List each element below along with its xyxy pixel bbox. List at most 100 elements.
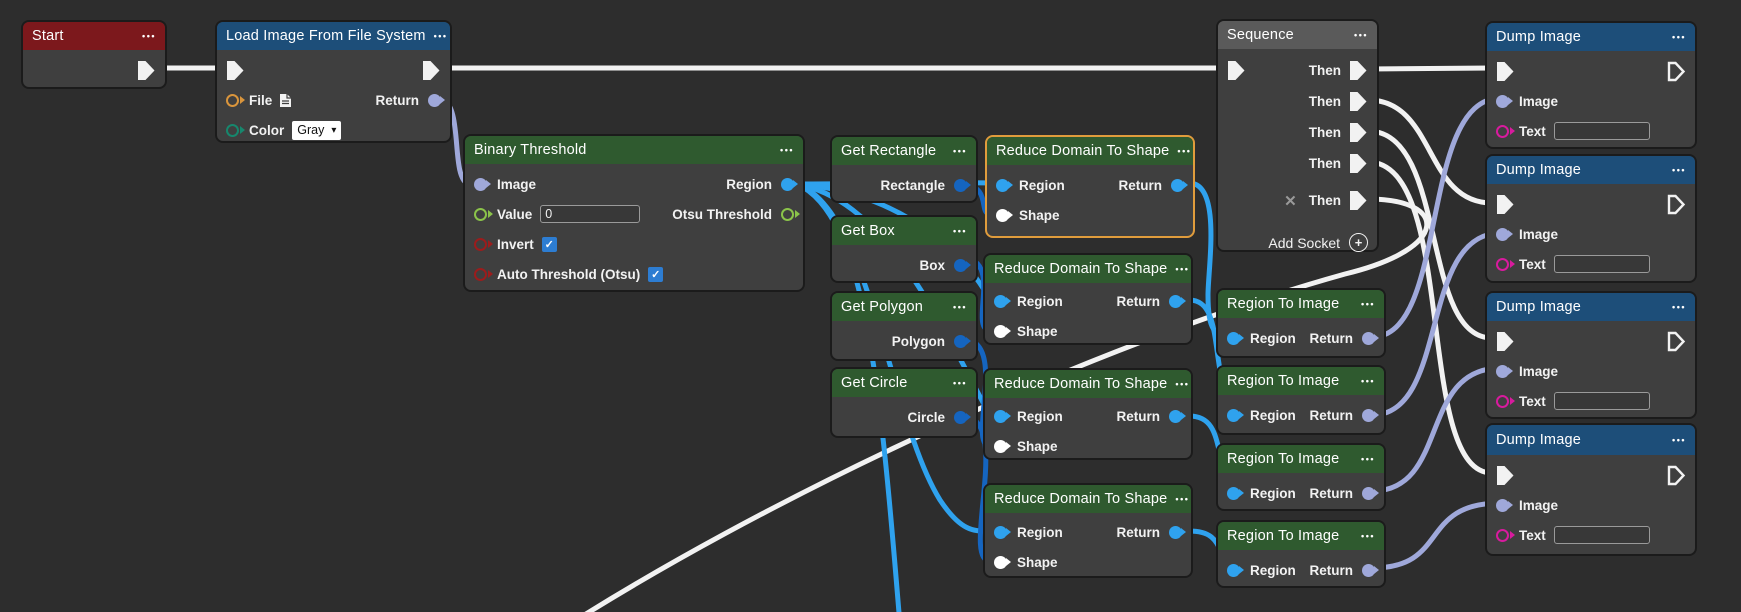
node-header[interactable]: Reduce Domain To Shape •••	[985, 370, 1191, 398]
image-input-port[interactable]	[1496, 95, 1509, 108]
flow-input-port[interactable]	[226, 60, 245, 81]
node-region-to-image-2[interactable]: Region To Image ••• Region Return	[1216, 365, 1386, 435]
wire-flow-then1-to-dump1[interactable]	[1368, 68, 1492, 69]
region-input-port[interactable]	[1227, 409, 1240, 422]
menu-icon[interactable]: •••	[1175, 494, 1189, 504]
node-get-polygon[interactable]: Get Polygon ••• Polygon	[830, 291, 978, 361]
flow-input-port[interactable]	[1496, 194, 1515, 215]
text-input-port[interactable]	[1496, 258, 1509, 271]
node-header[interactable]: Region To Image •••	[1218, 522, 1384, 550]
region-input-port[interactable]	[994, 526, 1007, 539]
shape-input-port[interactable]	[994, 440, 1007, 453]
otsu-threshold-output-port[interactable]	[781, 208, 794, 221]
node-binary-threshold[interactable]: Binary Threshold ••• Image Region Value …	[463, 134, 805, 292]
polygon-output-port[interactable]	[954, 335, 967, 348]
node-reduce-domain-to-shape-4[interactable]: Reduce Domain To Shape ••• Region Return…	[983, 483, 1193, 578]
node-dump-image-2[interactable]: Dump Image ••• Image Text	[1485, 154, 1697, 283]
text-input-port[interactable]	[1496, 395, 1509, 408]
node-get-rectangle[interactable]: Get Rectangle ••• Rectangle	[830, 135, 978, 203]
image-input-port[interactable]	[1496, 228, 1509, 241]
region-input-port[interactable]	[994, 295, 1007, 308]
node-header[interactable]: Get Polygon •••	[832, 293, 976, 321]
return-output-port[interactable]	[1169, 295, 1182, 308]
flow-input-port[interactable]	[1227, 60, 1246, 81]
node-dump-image-1[interactable]: Dump Image ••• Image Text	[1485, 21, 1697, 149]
return-output-port[interactable]	[1169, 410, 1182, 423]
node-header[interactable]: Reduce Domain To Shape •••	[985, 255, 1191, 283]
menu-icon[interactable]: •••	[1672, 165, 1686, 175]
box-output-port[interactable]	[954, 259, 967, 272]
then-output-port[interactable]	[1349, 122, 1368, 143]
shape-input-port[interactable]	[994, 325, 1007, 338]
flow-input-port[interactable]	[1496, 61, 1515, 82]
node-sequence[interactable]: Sequence ••• Then Then Then Then ✕ Then …	[1216, 19, 1379, 252]
menu-icon[interactable]: •••	[780, 145, 794, 155]
flow-output-port[interactable]	[422, 60, 441, 81]
wire-image-rti1-to-dump1[interactable]	[1372, 98, 1501, 337]
menu-icon[interactable]: •••	[142, 31, 156, 41]
menu-icon[interactable]: •••	[434, 31, 448, 41]
node-header[interactable]: Reduce Domain To Shape •••	[985, 485, 1191, 513]
flow-input-port[interactable]	[1496, 465, 1515, 486]
node-header[interactable]: Get Rectangle •••	[832, 137, 976, 165]
node-start-header[interactable]: Start •••	[23, 22, 165, 50]
flow-output-port[interactable]	[1667, 331, 1686, 352]
node-reduce-domain-to-shape-1[interactable]: Reduce Domain To Shape ••• Region Return…	[985, 135, 1195, 238]
region-output-port[interactable]	[781, 178, 794, 191]
text-input-port[interactable]	[1496, 529, 1509, 542]
menu-icon[interactable]: •••	[1361, 376, 1375, 386]
image-input-port[interactable]	[1496, 365, 1509, 378]
file-input-port[interactable]	[226, 94, 239, 107]
menu-icon[interactable]: •••	[1354, 30, 1368, 40]
node-header[interactable]: Sequence •••	[1218, 21, 1377, 49]
node-region-to-image-4[interactable]: Region To Image ••• Region Return	[1216, 520, 1386, 588]
shape-input-port[interactable]	[996, 209, 1009, 222]
node-header[interactable]: Get Circle •••	[832, 369, 976, 397]
then-output-port[interactable]	[1349, 91, 1368, 112]
return-output-port[interactable]	[1169, 526, 1182, 539]
region-input-port[interactable]	[1227, 487, 1240, 500]
node-header[interactable]: Dump Image •••	[1487, 425, 1695, 455]
invert-input-port[interactable]	[474, 238, 487, 251]
region-input-port[interactable]	[994, 410, 1007, 423]
menu-icon[interactable]: •••	[1361, 454, 1375, 464]
color-input-port[interactable]	[226, 124, 239, 137]
flow-output-port[interactable]	[1667, 194, 1686, 215]
auto-threshold-checkbox[interactable]: ✓	[648, 267, 663, 282]
circle-output-port[interactable]	[954, 411, 967, 424]
shape-input-port[interactable]	[994, 556, 1007, 569]
image-input-port[interactable]	[1496, 499, 1509, 512]
menu-icon[interactable]: •••	[1361, 531, 1375, 541]
node-region-to-image-1[interactable]: Region To Image ••• Region Return	[1216, 288, 1386, 358]
menu-icon[interactable]: •••	[1672, 32, 1686, 42]
flow-output-port[interactable]	[137, 60, 156, 81]
value-input-port[interactable]	[474, 208, 487, 221]
then-output-port[interactable]	[1349, 153, 1368, 174]
menu-icon[interactable]: •••	[1361, 299, 1375, 309]
menu-icon[interactable]: •••	[953, 378, 967, 388]
node-header[interactable]: Dump Image •••	[1487, 23, 1695, 51]
text-input[interactable]	[1554, 526, 1650, 544]
return-output-port[interactable]	[1362, 564, 1375, 577]
color-select[interactable]: Gray ▾	[292, 121, 341, 140]
region-input-port[interactable]	[1227, 332, 1240, 345]
menu-icon[interactable]: •••	[1175, 379, 1189, 389]
return-output-port[interactable]	[1362, 409, 1375, 422]
node-region-to-image-3[interactable]: Region To Image ••• Region Return	[1216, 443, 1386, 511]
text-input[interactable]	[1554, 122, 1650, 140]
node-header[interactable]: Dump Image •••	[1487, 156, 1695, 184]
node-header[interactable]: Dump Image •••	[1487, 293, 1695, 321]
text-input-port[interactable]	[1496, 125, 1509, 138]
node-header[interactable]: Binary Threshold •••	[465, 136, 803, 164]
then-output-port[interactable]	[1349, 190, 1368, 211]
return-output-port[interactable]	[1362, 332, 1375, 345]
node-get-box[interactable]: Get Box ••• Box	[830, 215, 978, 283]
node-load-image-from-file-system[interactable]: Load Image From File System ••• File Ret…	[215, 20, 452, 143]
node-editor-canvas[interactable]: { "colors": { "canvas_bg": "#2d2d2d", "n…	[0, 0, 1741, 612]
wire-flow-then4-to-dump4[interactable]	[1368, 162, 1492, 473]
node-get-circle[interactable]: Get Circle ••• Circle	[830, 367, 978, 438]
node-header[interactable]: Region To Image •••	[1218, 290, 1384, 318]
node-dump-image-4[interactable]: Dump Image ••• Image Text	[1485, 423, 1697, 556]
node-start[interactable]: Start •••	[21, 20, 167, 89]
node-header[interactable]: Get Box •••	[832, 217, 976, 245]
